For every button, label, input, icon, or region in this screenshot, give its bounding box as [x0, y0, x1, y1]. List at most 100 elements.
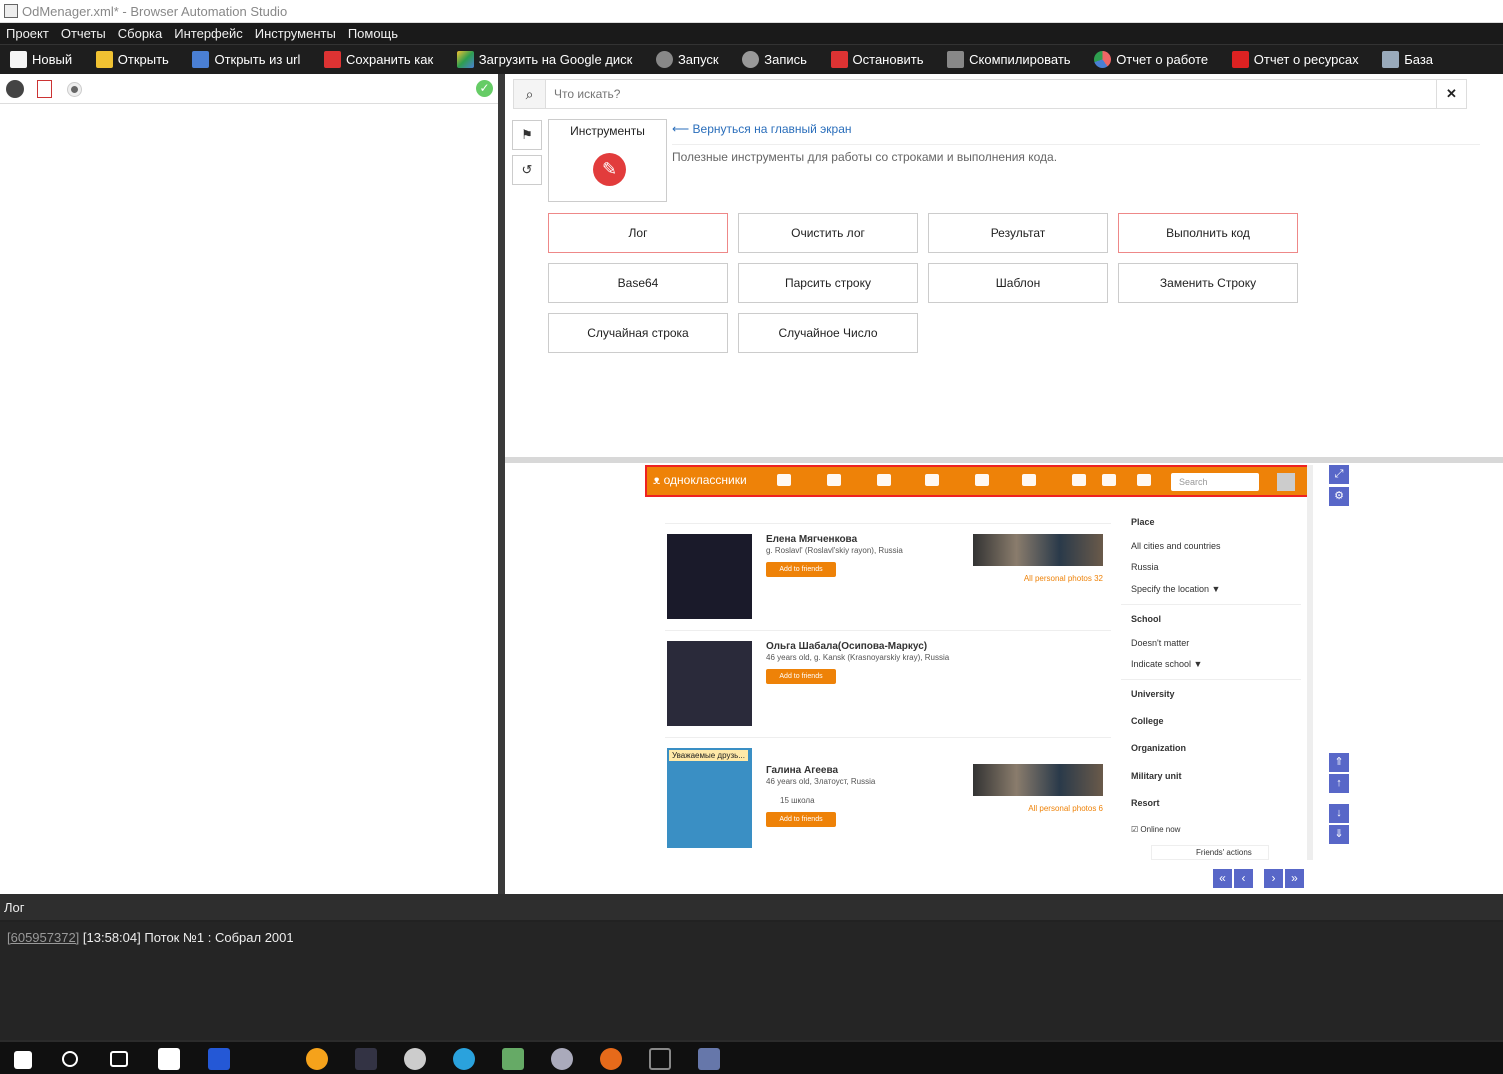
- mail-icon[interactable]: [158, 1048, 180, 1070]
- scroll-down-icon[interactable]: ↓: [1329, 804, 1349, 823]
- all-photos-link[interactable]: All personal photos 32: [1024, 574, 1103, 583]
- avatar[interactable]: [1277, 473, 1295, 491]
- fullscreen-icon[interactable]: ⤢: [1329, 465, 1349, 484]
- bug-icon[interactable]: [6, 80, 24, 98]
- stop-button[interactable]: Остановить: [821, 45, 934, 73]
- add-friend-button[interactable]: Add to friends: [766, 669, 836, 684]
- record-dot-icon[interactable]: [67, 82, 82, 97]
- next-element-icon[interactable]: ›: [1264, 869, 1283, 888]
- add-friend-button[interactable]: Add to friends: [766, 562, 836, 577]
- site-logo[interactable]: ᴥ одноклассники: [653, 473, 747, 487]
- menu-reports[interactable]: Отчеты: [57, 23, 112, 44]
- checkbox-checked-icon[interactable]: ☑: [1131, 825, 1138, 834]
- menu-interface[interactable]: Интерфейс: [170, 23, 248, 44]
- scroll-up-icon[interactable]: ↑: [1329, 774, 1349, 793]
- friends-icon[interactable]: [925, 474, 939, 486]
- bas-app-icon[interactable]: [649, 1048, 671, 1070]
- task-view-icon[interactable]: [110, 1051, 128, 1067]
- filter-all-cities[interactable]: All cities and countries: [1131, 541, 1221, 551]
- scroll-top-icon[interactable]: ⇑: [1329, 753, 1349, 772]
- filter-resort[interactable]: Resort: [1131, 798, 1160, 808]
- guests-icon[interactable]: [975, 474, 989, 486]
- discussions-icon[interactable]: [827, 474, 841, 486]
- action-execute-code-button[interactable]: Выполнить код: [1118, 213, 1298, 253]
- action-log-button[interactable]: Лог: [548, 213, 728, 253]
- camera-icon[interactable]: [1137, 474, 1151, 486]
- floppy-app-icon[interactable]: [208, 1048, 230, 1070]
- action-parse-string-button[interactable]: Парсить строку: [738, 263, 918, 303]
- clear-search-button[interactable]: ✕: [1436, 80, 1466, 108]
- site-top-panel[interactable]: ᴥ одноклассники Search: [645, 465, 1313, 497]
- filter-place-heading[interactable]: Place: [1131, 517, 1155, 527]
- filter-online-now[interactable]: ☑ Online now: [1131, 825, 1180, 834]
- firefox-icon[interactable]: [600, 1048, 622, 1070]
- site-search-input[interactable]: Search: [1171, 473, 1259, 491]
- menu-build[interactable]: Сборка: [114, 23, 169, 44]
- fish-app-icon[interactable]: [404, 1048, 426, 1070]
- friends-actions-tab[interactable]: Friends' actions: [1151, 845, 1269, 860]
- person-name[interactable]: Елена Мягченкова: [766, 534, 857, 545]
- photo-thumbnails[interactable]: [973, 534, 1103, 566]
- action-template-button[interactable]: Шаблон: [928, 263, 1108, 303]
- menu-help[interactable]: Помощь: [344, 23, 404, 44]
- first-element-icon[interactable]: «: [1213, 869, 1232, 888]
- action-replace-string-button[interactable]: Заменить Строку: [1118, 263, 1298, 303]
- notes-app-icon[interactable]: [502, 1048, 524, 1070]
- person-name[interactable]: Галина Агеева: [766, 765, 838, 776]
- notifications-icon[interactable]: [877, 474, 891, 486]
- messages-icon[interactable]: [777, 474, 791, 486]
- filter-indicate-school[interactable]: Indicate school ▼: [1131, 659, 1202, 669]
- person-photo[interactable]: [667, 534, 752, 619]
- filter-university[interactable]: University: [1131, 689, 1175, 699]
- last-element-icon[interactable]: »: [1285, 869, 1304, 888]
- action-clear-log-button[interactable]: Очистить лог: [738, 213, 918, 253]
- filter-russia[interactable]: Russia: [1131, 562, 1159, 572]
- person-photo[interactable]: [667, 748, 752, 848]
- tools-category-card[interactable]: Инструменты ✎: [548, 119, 667, 202]
- bas-active-icon[interactable]: [698, 1048, 720, 1070]
- open-button[interactable]: Открыть: [86, 45, 179, 73]
- person-name[interactable]: Ольга Шабала(Осипова-Маркус): [766, 641, 927, 652]
- person-photo[interactable]: [667, 641, 752, 726]
- save-as-button[interactable]: Сохранить как: [314, 45, 443, 73]
- run-button[interactable]: Запуск: [646, 45, 729, 73]
- rar-app-icon[interactable]: [355, 1048, 377, 1070]
- open-url-button[interactable]: Открыть из url: [182, 45, 310, 73]
- compile-button[interactable]: Скомпилировать: [937, 45, 1080, 73]
- action-random-number-button[interactable]: Случайное Число: [738, 313, 918, 353]
- new-button[interactable]: Новый: [0, 45, 82, 73]
- filter-specify-location[interactable]: Specify the location ▼: [1131, 584, 1220, 594]
- bookmark-button[interactable]: ⚑: [512, 120, 542, 150]
- browser-page[interactable]: ᴥ одноклассники Search Елена Мягченкова …: [645, 465, 1313, 860]
- google-drive-button[interactable]: Загрузить на Google диск: [447, 45, 643, 73]
- telegram-icon[interactable]: [453, 1048, 475, 1070]
- video-icon[interactable]: [1102, 474, 1116, 486]
- add-friend-button[interactable]: Add to friends: [766, 812, 836, 827]
- browser-scrollbar[interactable]: [1307, 465, 1313, 860]
- menu-project[interactable]: Проект: [2, 23, 55, 44]
- events-icon[interactable]: [1022, 474, 1036, 486]
- panel-divider[interactable]: [498, 74, 505, 894]
- menu-tools[interactable]: Инструменты: [251, 23, 342, 44]
- history-button[interactable]: ↺: [512, 155, 542, 185]
- action-random-string-button[interactable]: Случайная строка: [548, 313, 728, 353]
- windows-start-icon[interactable]: [14, 1051, 32, 1069]
- filter-organization[interactable]: Organization: [1131, 743, 1186, 753]
- work-report-button[interactable]: Отчет о работе: [1084, 45, 1218, 73]
- prev-element-icon[interactable]: ‹: [1234, 869, 1253, 888]
- search-input[interactable]: [554, 85, 1404, 103]
- action-result-button[interactable]: Результат: [928, 213, 1108, 253]
- media-player-icon[interactable]: [306, 1048, 328, 1070]
- filter-doesnt-matter[interactable]: Doesn't matter: [1131, 638, 1189, 648]
- music-icon[interactable]: [1072, 474, 1086, 486]
- database-button[interactable]: База: [1372, 45, 1443, 73]
- filter-college[interactable]: College: [1131, 716, 1164, 726]
- action-base64-button[interactable]: Base64: [548, 263, 728, 303]
- resource-report-button[interactable]: Отчет о ресурсах: [1222, 45, 1369, 73]
- search-icon[interactable]: [62, 1051, 78, 1067]
- settings-gear-icon[interactable]: ⚙: [1329, 487, 1349, 506]
- document-icon[interactable]: [37, 80, 52, 98]
- filter-military-unit[interactable]: Military unit: [1131, 771, 1182, 781]
- photo-thumbnails[interactable]: [973, 764, 1103, 796]
- back-to-main-link[interactable]: ⟵ Вернуться на главный экран: [672, 122, 852, 136]
